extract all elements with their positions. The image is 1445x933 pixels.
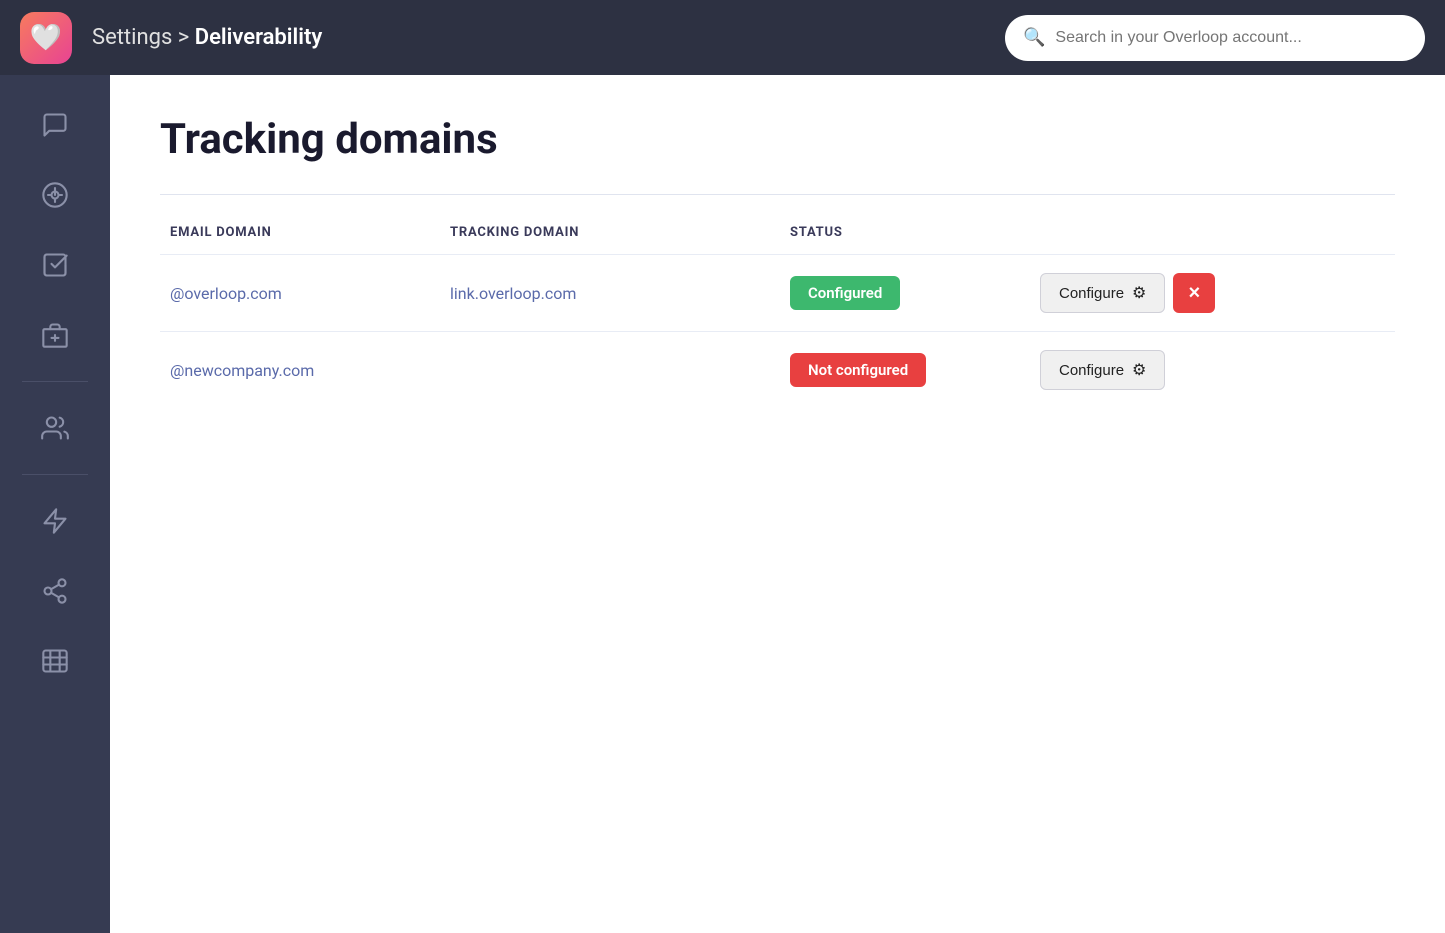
status-cell-2: Not configured: [790, 353, 1040, 387]
sidebar-divider-2: [22, 474, 88, 475]
divider: [160, 194, 1395, 195]
breadcrumb-current: Deliverability: [195, 25, 323, 50]
sidebar-item-companies[interactable]: [20, 305, 90, 365]
actions-cell-1: Configure ⚙ ×: [1040, 273, 1385, 313]
sidebar: [0, 75, 110, 933]
delete-icon-1: ×: [1189, 282, 1201, 305]
col-header-status: STATUS: [790, 225, 1040, 240]
col-header-actions: [1040, 225, 1385, 240]
status-badge-1: Configured: [790, 276, 900, 310]
content-area: Tracking domains EMAIL DOMAIN TRACKING D…: [110, 75, 1445, 933]
search-bar: 🔍: [1005, 15, 1425, 61]
gear-icon-1: ⚙: [1132, 283, 1146, 303]
page-title: Tracking domains: [160, 115, 1395, 164]
table-row: @overloop.com link.overloop.com Configur…: [160, 254, 1395, 331]
table-row: @newcompany.com Not configured Configure…: [160, 331, 1395, 408]
sidebar-item-conversations[interactable]: [20, 95, 90, 155]
sidebar-item-contacts[interactable]: [20, 398, 90, 458]
logo-icon: 🤍: [30, 23, 62, 53]
breadcrumb: Settings > Deliverability: [92, 25, 985, 50]
configure-button-1[interactable]: Configure ⚙: [1040, 273, 1165, 313]
table-header: EMAIL DOMAIN TRACKING DOMAIN STATUS: [160, 225, 1395, 254]
search-icon: 🔍: [1023, 27, 1045, 48]
tracking-domain-1: link.overloop.com: [450, 284, 790, 303]
status-cell-1: Configured: [790, 276, 1040, 310]
topbar: 🤍 Settings > Deliverability 🔍: [0, 0, 1445, 75]
email-domain-2: @newcompany.com: [170, 361, 450, 380]
delete-button-1[interactable]: ×: [1173, 273, 1215, 313]
status-badge-2: Not configured: [790, 353, 926, 387]
configure-label-2: Configure: [1059, 362, 1124, 379]
sidebar-item-tasks[interactable]: [20, 235, 90, 295]
col-header-email-domain: EMAIL DOMAIN: [170, 225, 450, 240]
sidebar-item-campaigns[interactable]: [20, 491, 90, 551]
email-domain-1: @overloop.com: [170, 284, 450, 303]
main-layout: Tracking domains EMAIL DOMAIN TRACKING D…: [0, 75, 1445, 933]
sidebar-item-deals[interactable]: [20, 165, 90, 225]
search-input[interactable]: [1055, 29, 1407, 47]
logo[interactable]: 🤍: [20, 12, 72, 64]
configure-button-2[interactable]: Configure ⚙: [1040, 350, 1165, 390]
sidebar-item-reports[interactable]: [20, 631, 90, 691]
configure-label-1: Configure: [1059, 285, 1124, 302]
col-header-tracking-domain: TRACKING DOMAIN: [450, 225, 790, 240]
actions-cell-2: Configure ⚙: [1040, 350, 1385, 390]
breadcrumb-prefix: Settings >: [92, 25, 195, 50]
sidebar-divider-1: [22, 381, 88, 382]
gear-icon-2: ⚙: [1132, 360, 1146, 380]
sidebar-item-workflows[interactable]: [20, 561, 90, 621]
